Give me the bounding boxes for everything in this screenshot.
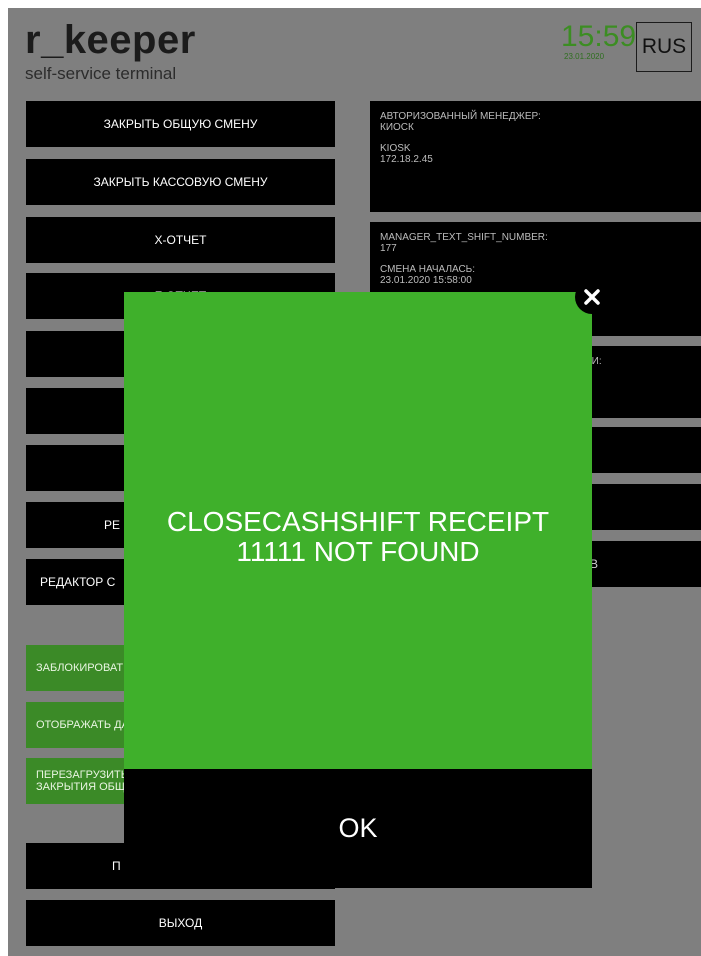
kiosk-ip: 172.18.2.45 <box>380 154 433 165</box>
shift-started-label: СМЕНА НАЧАЛАСЬ: <box>380 264 476 275</box>
logo-subtitle: self-service terminal <box>25 64 177 83</box>
info-panel-3-label: ВИ: <box>585 356 602 367</box>
error-message: CLOSECASHSHIFT RECEIPT 11111 NOT FOUND <box>166 505 550 567</box>
logo-title: r_keeper <box>25 18 196 62</box>
x-report-button[interactable]: X-ОТЧЕТ <box>26 217 335 263</box>
close-icon <box>584 289 600 305</box>
ok-button[interactable]: OK <box>124 769 592 888</box>
exit-button[interactable]: ВЫХОД <box>26 900 335 946</box>
language-button[interactable]: RUS <box>636 22 692 72</box>
error-message-line2: 11111 NOT FOUND <box>236 535 480 567</box>
close-dialog-button[interactable] <box>575 280 609 314</box>
reload-button-line1: ПЕРЕЗАГРУЗИТЬ <box>36 769 128 781</box>
close-cash-shift-button[interactable]: ЗАКРЫТЬ КАССОВУЮ СМЕНУ <box>26 159 335 205</box>
logo: r_keeper self-service terminal <box>25 20 196 84</box>
error-dialog: CLOSECASHSHIFT RECEIPT 11111 NOT FOUND O… <box>124 292 592 888</box>
kiosk-screen: r_keeper self-service terminal 15:59 23.… <box>8 8 701 956</box>
shift-number-label: MANAGER_TEXT_SHIFT_NUMBER: <box>380 232 548 243</box>
kiosk-label: KIOSK <box>380 143 411 154</box>
clock-date: 23.01.2020 <box>564 52 605 61</box>
error-message-line1: CLOSECASHSHIFT RECEIPT <box>166 505 550 537</box>
shift-started-value: 23.01.2020 15:58:00 <box>380 275 472 286</box>
shift-number: 177 <box>380 243 397 254</box>
manager-label: АВТОРИЗОВАННЫЙ МЕНЕДЖЕР: <box>380 111 541 122</box>
error-dialog-body: CLOSECASHSHIFT RECEIPT 11111 NOT FOUND <box>124 292 592 769</box>
reload-button-line2: ЗАКРЫТИЯ ОБЩ <box>36 781 126 793</box>
manager-info-panel: АВТОРИЗОВАННЫЙ МЕНЕДЖЕР: КИОСК KIOSK 172… <box>370 101 701 212</box>
clock-time: 15:59 <box>561 20 637 53</box>
close-general-shift-button[interactable]: ЗАКРЫТЬ ОБЩУЮ СМЕНУ <box>26 101 335 147</box>
manager-value: КИОСК <box>380 122 414 133</box>
clock: 15:59 23.01.2020 <box>561 20 637 62</box>
